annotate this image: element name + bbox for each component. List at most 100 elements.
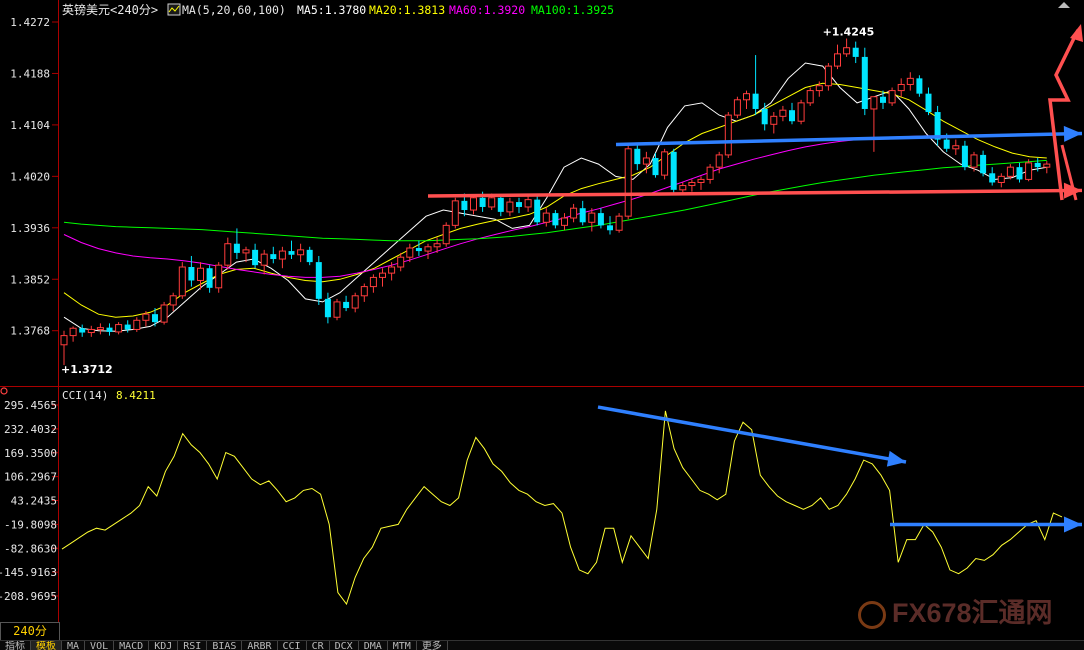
- candle-body: [297, 249, 305, 256]
- candle-body: [824, 65, 832, 87]
- instrument-title: 英镑美元: [62, 2, 110, 17]
- ma-parameters: MA(5,20,60,100): [182, 3, 286, 17]
- candle-body: [615, 215, 623, 231]
- candle-body: [516, 202, 522, 207]
- period-label: <240分>: [110, 3, 158, 17]
- title-bar: 英镑美元 <240分> MA(5,20,60,100) MA5:1.3780 MA…: [62, 2, 614, 17]
- candle-body: [980, 154, 987, 174]
- candle-body: [315, 262, 322, 299]
- candle-body: [679, 185, 687, 191]
- candle-body: [106, 327, 113, 332]
- candle-body: [1043, 163, 1051, 168]
- candle-body: [797, 102, 805, 122]
- candle-body: [188, 267, 195, 281]
- candle-body: [442, 224, 450, 245]
- candle-body: [997, 175, 1005, 183]
- price-tick-label: 1.3768: [10, 325, 50, 338]
- candle-body: [233, 243, 240, 253]
- candle-body: [588, 212, 596, 223]
- cci-tick-label: -208.9695: [0, 590, 57, 603]
- candle-body: [451, 200, 459, 226]
- candle-body: [916, 78, 923, 94]
- candle-body: [607, 225, 613, 231]
- chart-canvas: 英镑美元 <240分> MA(5,20,60,100) MA5:1.3780 MA…: [0, 0, 1084, 649]
- candle-body: [852, 47, 859, 57]
- candle-body: [989, 173, 996, 183]
- price-tick-label: 1.4272: [10, 16, 50, 29]
- cci-tick-label: -82.8630: [4, 542, 57, 555]
- period-selector-button[interactable]: 240分: [0, 622, 60, 641]
- cci-tick-label: -145.9163: [0, 566, 57, 579]
- candle-body: [1016, 167, 1023, 180]
- candle-body: [952, 145, 960, 150]
- candle-body: [224, 243, 232, 266]
- candle-body: [789, 110, 795, 122]
- fx678-logo-icon: [858, 600, 886, 629]
- candle-body: [488, 197, 496, 208]
- candle-body: [552, 213, 559, 226]
- candle-body: [970, 154, 978, 168]
- candle-body: [733, 99, 741, 116]
- cci-label: CCI(14): [62, 389, 108, 402]
- candle-body: [779, 109, 787, 117]
- candle-body: [688, 181, 696, 187]
- candle-body: [60, 335, 68, 346]
- candle-body: [351, 295, 359, 309]
- candle-body: [479, 197, 486, 207]
- candle-body: [96, 327, 104, 330]
- fx678-watermark: FX678汇通网: [858, 596, 1078, 630]
- candle-body: [152, 314, 158, 323]
- candle-body: [1034, 162, 1041, 168]
- candle-body: [880, 96, 886, 103]
- candle-body: [906, 77, 914, 85]
- candle-body: [542, 212, 550, 223]
- candle-body: [843, 47, 851, 55]
- cci-tick-label: 43.2435: [11, 495, 57, 508]
- ma-value-3: MA100:1.3925: [531, 3, 614, 17]
- candle-body: [642, 157, 650, 165]
- candle-body: [433, 243, 441, 248]
- candle-body: [397, 256, 405, 268]
- candle-body: [697, 178, 705, 183]
- candle-body: [270, 254, 277, 260]
- price-tick-label: 1.4188: [10, 67, 50, 80]
- candle-body: [715, 154, 723, 168]
- candle-body: [87, 328, 95, 334]
- candle-body: [278, 250, 286, 260]
- ma-value-1: MA20:1.3813: [369, 3, 445, 17]
- candle-body: [343, 301, 350, 309]
- candle-body: [506, 201, 514, 213]
- candle-body: [306, 249, 313, 263]
- candle-body: [570, 207, 578, 219]
- candle-body: [806, 90, 814, 104]
- candle-body: [761, 108, 768, 125]
- candle-body: [79, 328, 86, 333]
- candle-body: [834, 53, 841, 67]
- candle-body: [579, 208, 586, 223]
- candle-body: [69, 327, 77, 337]
- candle-body: [815, 85, 823, 92]
- candle-body: [288, 251, 295, 255]
- ma-icon: [167, 3, 181, 16]
- candle-body: [178, 266, 186, 297]
- candle-body: [961, 145, 968, 168]
- cci-tick-label: 106.2967: [4, 471, 57, 484]
- candle-body: [743, 93, 750, 101]
- candle-body: [497, 197, 504, 212]
- candle-body: [661, 151, 669, 176]
- candle-body: [242, 249, 250, 254]
- candle-body: [124, 324, 131, 330]
- candle-body: [670, 151, 677, 190]
- candle-body: [1006, 166, 1014, 177]
- watermark-text: FX678汇通网: [892, 598, 1053, 628]
- candle-body: [360, 286, 368, 297]
- cci-tick-label: -19.8098: [4, 518, 57, 531]
- cci-tick-label: 295.4565: [4, 399, 57, 412]
- cci-value: 8.4211: [116, 389, 156, 402]
- candle-body: [260, 253, 268, 266]
- candle-body: [943, 139, 950, 149]
- candle-body: [169, 295, 177, 306]
- price-tick-label: 1.4020: [10, 170, 50, 183]
- candle-body: [897, 83, 905, 92]
- candle-body: [461, 200, 468, 211]
